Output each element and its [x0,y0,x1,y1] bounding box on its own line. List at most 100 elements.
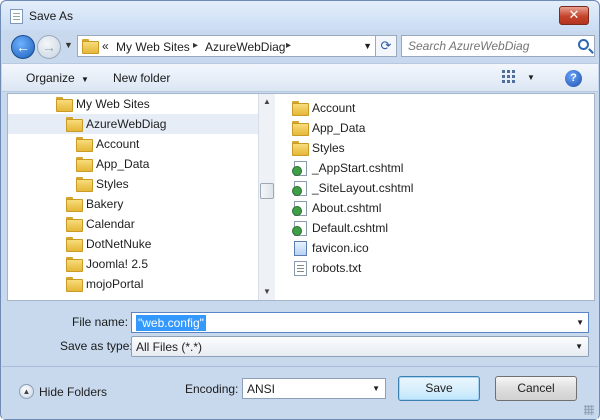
file-item-app-data[interactable]: App_Data [292,118,592,138]
chevron-down-icon[interactable]: ▼ [363,41,372,51]
scroll-up-icon[interactable]: ▲ [263,97,271,106]
search-box[interactable] [401,35,595,57]
file-item-styles[interactable]: Styles [292,138,592,158]
back-button[interactable]: ← [11,35,35,59]
chevron-down-icon[interactable]: ▼ [527,73,535,82]
encoding-select[interactable]: ANSI ▼ [242,378,386,399]
cshtml-file-icon [292,221,307,239]
file-list: Account App_Data Styles _AppStart.cshtml… [276,94,594,300]
address-overflow-icon[interactable]: « [102,39,109,53]
tree-item-label: App_Data [96,157,150,171]
chevron-down-icon[interactable]: ▼ [372,384,380,393]
tree-item-label: Bakery [86,197,124,211]
encoding-value: ANSI [247,382,276,396]
breadcrumb-my-web-sites[interactable]: My Web Sites [116,40,190,54]
tree-item-label: Styles [96,177,129,191]
tree-item-azurewebdiag[interactable]: AzureWebDiag [8,114,258,134]
folder-icon [292,141,309,157]
save-button[interactable]: Save [398,376,480,401]
resize-grip[interactable] [584,405,594,415]
address-bar[interactable]: « My Web Sites ▸ AzureWebDiag ▸ ▼ [77,35,377,57]
organize-button[interactable]: Organize ▼ [26,71,89,85]
tree-item-dotnetnuke[interactable]: DotNetNuke [8,234,258,254]
document-icon [10,9,23,24]
tree-item-label: AzureWebDiag [86,117,167,131]
tree-item-account[interactable]: Account [8,134,258,154]
search-icon[interactable] [578,39,589,50]
ico-file-icon [294,241,307,259]
tree-item-mojoportal[interactable]: mojoPortal [8,274,258,294]
tree-item-label: mojoPortal [86,277,144,291]
file-item-favicon[interactable]: favicon.ico [292,238,592,258]
folder-icon [292,101,309,117]
folder-icon [292,121,309,137]
save-options: File name: "web.config" ▼ Save as type: … [2,303,598,419]
breadcrumb-azurewebdiag[interactable]: AzureWebDiag [205,40,285,54]
views-grid-icon[interactable] [502,70,516,83]
chevron-right-icon[interactable]: ▸ [286,40,291,51]
tree-item-bakery[interactable]: Bakery [8,194,258,214]
file-item-appstart[interactable]: _AppStart.cshtml [292,158,592,178]
file-item-label: App_Data [312,121,366,135]
tree-item-calendar[interactable]: Calendar [8,214,258,234]
file-item-sitelayout[interactable]: _SiteLayout.cshtml [292,178,592,198]
window-title: Save As [29,9,74,23]
chevron-down-icon[interactable]: ▼ [575,342,583,351]
file-item-about[interactable]: About.cshtml [292,198,592,218]
command-toolbar: Organize ▼ New folder ▼ ? [2,63,598,92]
tree-item-label: My Web Sites [76,97,150,111]
tree-item-my-web-sites[interactable]: My Web Sites [8,94,258,114]
encoding-label: Encoding: [185,382,239,396]
new-folder-button[interactable]: New folder [113,71,170,85]
recent-locations-icon[interactable]: ▼ [64,40,73,50]
tree-item-label: Calendar [86,217,135,231]
browser-panes: My Web Sites AzureWebDiag Account App_Da… [7,93,595,301]
help-icon[interactable]: ? [565,70,582,87]
folder-icon [66,257,83,273]
chevron-down-icon[interactable]: ▼ [576,318,584,327]
file-item-robots[interactable]: robots.txt [292,258,592,278]
tree-item-styles[interactable]: Styles [8,174,258,194]
tree-item-app-data[interactable]: App_Data [8,154,258,174]
folder-icon [82,39,99,55]
refresh-button[interactable]: ⟳ [375,35,397,57]
forward-button[interactable]: → [37,35,61,59]
folder-icon [56,97,73,113]
file-name-value[interactable]: "web.config" [136,315,206,331]
folder-icon [66,217,83,233]
folder-icon [76,137,93,153]
save-as-type-select[interactable]: All Files (*.*) ▼ [131,336,589,357]
tree-item-label: DotNetNuke [86,237,152,251]
navigation-bar: ← → ▼ « My Web Sites ▸ AzureWebDiag ▸ ▼ … [7,32,595,60]
close-button[interactable]: ✕ [559,6,589,25]
file-item-label: _SiteLayout.cshtml [312,181,414,195]
save-as-type-label: Save as type: [60,339,133,353]
scrollbar-thumb[interactable] [260,183,274,199]
file-item-account[interactable]: Account [292,98,592,118]
save-as-type-value: All Files (*.*) [136,340,203,354]
folder-icon [76,157,93,173]
file-name-field[interactable]: "web.config" ▼ [131,312,589,333]
file-item-label: About.cshtml [312,201,382,215]
title-bar: Save As ✕ [1,1,599,31]
cshtml-file-icon [292,181,307,199]
cancel-button[interactable]: Cancel [495,376,577,401]
chevron-down-icon: ▼ [81,75,89,84]
organize-label: Organize [26,71,75,85]
file-item-label: Styles [312,141,345,155]
tree-scrollbar[interactable]: ▲ ▼ [258,94,275,300]
tree-item-joomla[interactable]: Joomla! 2.5 [8,254,258,274]
search-input[interactable] [402,36,574,56]
save-as-dialog: Save As ✕ ← → ▼ « My Web Sites ▸ AzureWe… [0,0,600,420]
file-item-default[interactable]: Default.cshtml [292,218,592,238]
cshtml-file-icon [292,201,307,219]
chevron-up-icon: ▲ [19,384,34,399]
scroll-down-icon[interactable]: ▼ [263,287,271,296]
file-item-label: favicon.ico [312,241,369,255]
file-name-label: File name: [72,315,129,329]
file-item-label: Default.cshtml [312,221,389,235]
tree-item-label: Account [96,137,140,151]
hide-folders-label: Hide Folders [39,385,108,399]
chevron-right-icon[interactable]: ▸ [193,40,198,51]
tree-item-label: Joomla! 2.5 [86,257,149,271]
